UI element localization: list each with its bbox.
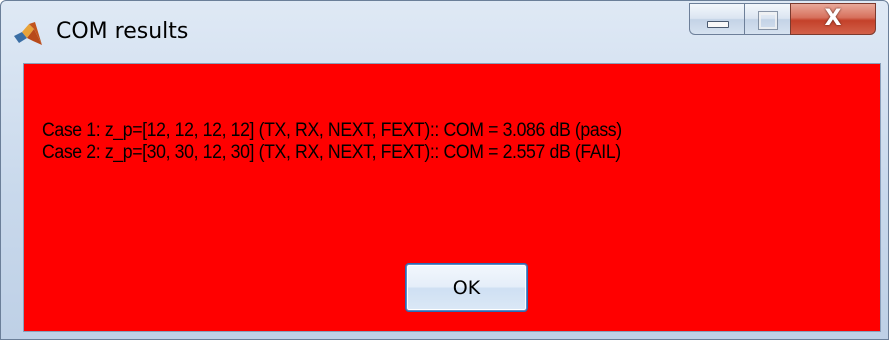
window-title: COM results bbox=[56, 19, 189, 44]
matlab-icon bbox=[13, 21, 43, 47]
dialog-window: COM results X Case 1: z_p=[12, 12, 12, 1… bbox=[0, 0, 889, 340]
maximize-button[interactable] bbox=[744, 3, 790, 35]
message-text: Case 1: z_p=[12, 12, 12, 12] (TX, RX, NE… bbox=[42, 120, 823, 164]
maximize-icon bbox=[758, 11, 778, 30]
caption-buttons: X bbox=[689, 3, 876, 37]
title-bar[interactable]: COM results X bbox=[1, 1, 888, 63]
close-icon: X bbox=[824, 6, 842, 31]
ok-button[interactable]: OK bbox=[406, 264, 527, 311]
message-line-case-2: Case 2: z_p=[30, 30, 12, 30] (TX, RX, NE… bbox=[42, 142, 621, 163]
message-line-case-1: Case 1: z_p=[12, 12, 12, 12] (TX, RX, NE… bbox=[42, 120, 622, 141]
minimize-button[interactable] bbox=[689, 3, 744, 35]
message-panel: Case 1: z_p=[12, 12, 12, 12] (TX, RX, NE… bbox=[23, 63, 881, 332]
close-button[interactable]: X bbox=[790, 3, 876, 35]
minimize-icon bbox=[707, 21, 729, 28]
